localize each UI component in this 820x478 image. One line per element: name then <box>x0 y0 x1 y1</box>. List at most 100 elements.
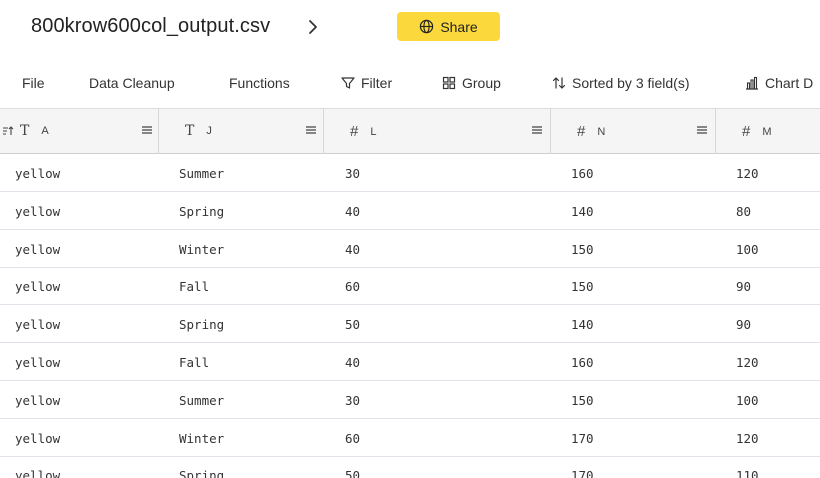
chart-button[interactable]: Chart D <box>745 75 813 91</box>
table-cell[interactable]: 40 <box>345 204 360 219</box>
column-header-row: T A T J # L # N # M <box>0 108 820 154</box>
table-row[interactable]: yellow Winter 60 170 120 <box>0 419 820 457</box>
share-label: Share <box>440 18 478 35</box>
type-glyph-text: T <box>20 123 30 139</box>
column-menu-icon[interactable] <box>305 124 317 136</box>
table-cell[interactable]: 140 <box>571 204 594 219</box>
table-cell[interactable]: Winter <box>179 431 224 446</box>
globe-icon <box>420 19 434 34</box>
table-cell[interactable]: 150 <box>571 279 594 294</box>
column-name: M <box>762 125 772 138</box>
column-name: A <box>41 125 49 137</box>
title-bar: 800krow600col_output.csv Share <box>0 0 820 54</box>
functions-label: Functions <box>229 75 290 91</box>
column-header-l[interactable]: # L <box>324 109 551 154</box>
table-cell[interactable]: Spring <box>179 204 224 219</box>
type-glyph-number: # <box>350 123 359 140</box>
functions-menu[interactable]: Functions <box>229 75 290 91</box>
column-menu-icon[interactable] <box>696 124 708 136</box>
table-cell[interactable]: yellow <box>15 279 60 294</box>
table-cell[interactable]: 30 <box>345 166 360 181</box>
sort-arrows-icon <box>552 77 566 89</box>
file-menu-label: File <box>22 75 45 91</box>
table-cell[interactable]: 150 <box>571 242 594 257</box>
table-cell[interactable]: 160 <box>571 355 594 370</box>
table-cell[interactable]: Summer <box>179 393 224 408</box>
table-cell[interactable]: Fall <box>179 279 209 294</box>
table-row[interactable]: yellow Summer 30 150 100 <box>0 381 820 419</box>
table-cell[interactable]: yellow <box>15 355 60 370</box>
sort-button[interactable]: Sorted by 3 field(s) <box>552 75 690 91</box>
chevron-right-icon[interactable] <box>305 17 321 37</box>
type-glyph-text: T <box>185 123 195 139</box>
table-cell[interactable]: 120 <box>736 166 759 181</box>
table-row[interactable]: yellow Winter 40 150 100 <box>0 230 820 268</box>
column-menu-icon[interactable] <box>141 124 153 136</box>
bar-chart-icon <box>746 76 758 90</box>
column-name: N <box>597 125 606 138</box>
table-cell[interactable]: yellow <box>15 393 60 408</box>
table-cell[interactable]: 90 <box>736 317 751 332</box>
column-name: J <box>206 125 212 137</box>
table-cell[interactable]: Fall <box>179 355 209 370</box>
type-glyph-number: # <box>742 123 751 140</box>
table-row[interactable]: yellow Fall 60 150 90 <box>0 267 820 306</box>
column-header-j[interactable]: T J <box>159 109 324 154</box>
table-cell[interactable]: 50 <box>345 317 360 332</box>
table-cell[interactable]: yellow <box>15 431 60 446</box>
column-header-a[interactable]: T A <box>0 109 159 154</box>
column-menu-icon[interactable] <box>531 124 543 136</box>
file-title[interactable]: 800krow600col_output.csv <box>31 15 270 38</box>
table-cell[interactable]: Spring <box>179 317 224 332</box>
sort-asc-icon <box>3 126 14 135</box>
table-cell[interactable]: yellow <box>15 242 60 257</box>
table-cell[interactable]: 80 <box>736 204 751 219</box>
table-cell[interactable]: yellow <box>15 166 60 181</box>
table-cell[interactable]: 170 <box>571 431 594 446</box>
filter-button[interactable]: Filter <box>341 75 392 91</box>
chart-label: Chart D <box>765 75 814 91</box>
table-row[interactable]: yellow Fall 40 160 120 <box>0 343 820 381</box>
column-name: L <box>370 125 377 138</box>
file-menu[interactable]: File <box>22 75 45 91</box>
type-glyph-number: # <box>577 123 586 140</box>
data-cleanup-label: Data Cleanup <box>89 75 175 91</box>
group-button[interactable]: Group <box>442 75 501 91</box>
table-row[interactable]: yellow Spring 40 140 80 <box>0 192 820 230</box>
table-cell[interactable]: 60 <box>345 279 360 294</box>
table-cell[interactable]: 170 <box>571 468 594 478</box>
table-cell[interactable]: 120 <box>736 355 759 370</box>
column-header-n[interactable]: # N <box>551 109 716 154</box>
sort-label: Sorted by 3 field(s) <box>572 75 690 91</box>
table-cell[interactable]: 60 <box>345 431 360 446</box>
filter-icon <box>341 77 355 89</box>
table-cell[interactable]: 100 <box>736 242 759 257</box>
table-cell[interactable]: 160 <box>571 166 594 181</box>
table-cell[interactable]: 100 <box>736 393 759 408</box>
table-cell[interactable]: 140 <box>571 317 594 332</box>
table-cell[interactable]: Summer <box>179 166 224 181</box>
data-cleanup-menu[interactable]: Data Cleanup <box>89 75 175 91</box>
toolbar: File Data Cleanup Functions Filter Group… <box>0 60 820 107</box>
table-cell[interactable]: yellow <box>15 204 60 219</box>
filter-label: Filter <box>361 75 393 91</box>
table-cell[interactable]: 50 <box>345 468 360 478</box>
table-cell[interactable]: yellow <box>15 317 60 332</box>
grid-icon <box>442 76 456 90</box>
table-cell[interactable]: Spring <box>179 468 224 478</box>
table-cell[interactable]: 110 <box>736 468 759 478</box>
table-row[interactable]: yellow Summer 30 160 120 <box>0 154 820 192</box>
share-button[interactable]: Share <box>397 12 500 41</box>
table-cell[interactable]: 40 <box>345 242 360 257</box>
column-header-m[interactable]: # M <box>716 109 820 154</box>
table-row[interactable]: yellow Spring 50 140 90 <box>0 305 820 344</box>
table-cell[interactable]: 150 <box>571 393 594 408</box>
table-cell[interactable]: 90 <box>736 279 751 294</box>
table-cell[interactable]: Winter <box>179 242 224 257</box>
table-cell[interactable]: 40 <box>345 355 360 370</box>
group-label: Group <box>462 75 501 91</box>
table-cell[interactable]: yellow <box>15 468 60 478</box>
table-cell[interactable]: 120 <box>736 431 759 446</box>
table-cell[interactable]: 30 <box>345 393 360 408</box>
table-row[interactable]: yellow Spring 50 170 110 <box>0 456 820 478</box>
